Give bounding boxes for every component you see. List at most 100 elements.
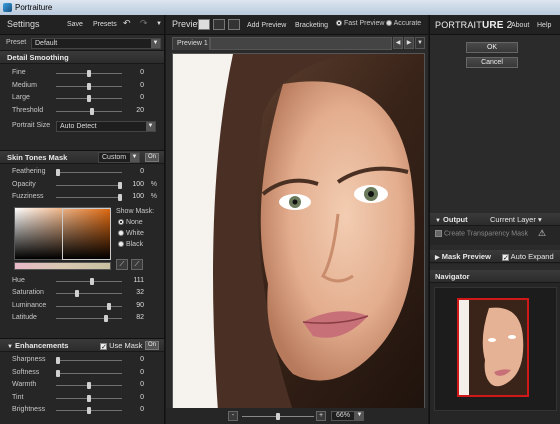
eyedropper-minus-icon[interactable]: ⟋ xyxy=(131,258,143,270)
fine-slider-thumb[interactable] xyxy=(87,70,91,77)
softness-value[interactable]: 0 xyxy=(140,369,144,376)
split-horizontal-icon[interactable] xyxy=(213,19,225,30)
presets-button[interactable]: Presets xyxy=(90,18,120,31)
opacity-slider-thumb[interactable] xyxy=(118,181,122,189)
auto-expand-checkbox[interactable]: Auto Expand xyxy=(502,250,554,265)
bracketing-button[interactable]: Bracketing xyxy=(292,19,331,32)
tab-next-icon[interactable]: ▶ xyxy=(404,37,414,49)
sharpness-value[interactable]: 0 xyxy=(140,356,144,363)
latitude-value[interactable]: 82 xyxy=(136,314,144,321)
add-preview-button[interactable]: Add Preview xyxy=(244,19,289,32)
tab-preview-1[interactable]: Preview 1 xyxy=(172,37,210,50)
tab-menu-icon[interactable]: ▼ xyxy=(415,37,425,49)
opacity-slider[interactable] xyxy=(56,184,122,186)
auto-expand-check-icon[interactable] xyxy=(502,252,509,265)
radio-none[interactable]: None xyxy=(118,219,143,226)
hue-slider[interactable] xyxy=(56,280,122,282)
radio-white-dot[interactable] xyxy=(118,229,124,236)
skin-mode-dropdown[interactable]: Custom ▼ xyxy=(98,152,140,163)
accurate-radio[interactable]: Accurate xyxy=(386,20,421,27)
tab-prev-icon[interactable]: ◀ xyxy=(393,37,403,49)
saturation-slider-thumb[interactable] xyxy=(74,290,79,297)
zoom-dropdown-icon[interactable]: ▼ xyxy=(355,411,364,421)
split-vertical-icon[interactable] xyxy=(228,19,240,30)
warmth-value[interactable]: 0 xyxy=(140,381,144,388)
sharpness-slider[interactable] xyxy=(56,360,122,361)
mask-preview-header[interactable]: ▶ Mask Preview Auto Expand xyxy=(430,250,560,265)
softness-slider-thumb[interactable] xyxy=(56,369,60,377)
create-mask-check-icon[interactable] xyxy=(435,230,442,237)
skin-tones-header[interactable]: Skin Tones Mask Custom ▼ On xyxy=(0,151,164,164)
warmth-slider-thumb[interactable] xyxy=(87,382,91,389)
latitude-slider-thumb[interactable] xyxy=(104,315,109,322)
tint-value[interactable]: 0 xyxy=(140,394,144,401)
hue-value[interactable]: 111 xyxy=(133,277,144,284)
cancel-button[interactable]: Cancel xyxy=(466,57,518,68)
use-mask-check-icon[interactable] xyxy=(100,341,107,354)
feathering-slider[interactable] xyxy=(56,172,122,173)
create-mask-checkbox[interactable]: Create Transparency Mask xyxy=(435,230,528,237)
radio-none-dot[interactable] xyxy=(118,218,124,225)
luminance-slider-thumb[interactable] xyxy=(106,302,111,310)
preview-image[interactable] xyxy=(172,53,425,410)
fuzziness-slider[interactable] xyxy=(56,197,122,198)
radio-black-dot[interactable] xyxy=(118,240,124,247)
zoom-in-icon[interactable]: + xyxy=(316,411,326,421)
luminance-value[interactable]: 90 xyxy=(136,302,144,309)
feathering-value[interactable]: 0 xyxy=(140,168,144,175)
sharpness-slider-thumb[interactable] xyxy=(56,357,60,364)
zoom-slider-thumb[interactable] xyxy=(276,413,280,420)
tint-slider-thumb[interactable] xyxy=(87,394,91,402)
picker-selection[interactable] xyxy=(62,207,111,260)
latitude-slider[interactable] xyxy=(56,318,122,319)
feathering-slider-thumb[interactable] xyxy=(56,169,60,176)
eyedropper-icon[interactable]: ⟋ xyxy=(116,258,128,270)
enhancements-header[interactable]: ▼ Enhancements Use Mask On xyxy=(0,339,164,354)
saturation-slider[interactable] xyxy=(56,293,122,294)
menu-arrow-icon[interactable]: ▼ xyxy=(153,18,165,31)
skin-color-picker[interactable] xyxy=(14,206,111,260)
threshold-slider-thumb[interactable] xyxy=(90,107,95,115)
accurate-dot[interactable] xyxy=(386,20,392,27)
about-button[interactable]: About xyxy=(508,19,532,32)
radio-white[interactable]: White xyxy=(118,230,144,237)
output-header[interactable]: ▼ Output Current Layer ▾ xyxy=(430,213,560,226)
large-slider-thumb[interactable] xyxy=(87,95,91,102)
portrait-size-dropdown[interactable]: Auto Detect ▼ xyxy=(56,121,156,132)
fine-value[interactable]: 0 xyxy=(140,69,144,76)
fuzziness-value[interactable]: 100 xyxy=(132,193,144,200)
navigator-thumbnail[interactable] xyxy=(457,298,529,397)
detail-smoothing-header[interactable]: Detail Smoothing xyxy=(0,51,164,64)
medium-value[interactable]: 0 xyxy=(140,82,144,89)
output-dropdown[interactable]: Current Layer ▾ xyxy=(490,213,542,226)
fast-preview-dot[interactable] xyxy=(336,20,342,27)
saturation-value[interactable]: 32 xyxy=(136,289,144,296)
luminance-slider[interactable] xyxy=(56,305,122,307)
threshold-slider[interactable] xyxy=(56,110,122,112)
zoom-level[interactable]: 66% xyxy=(331,411,355,421)
enh-on-button[interactable]: On xyxy=(145,341,159,350)
radio-black[interactable]: Black xyxy=(118,241,143,248)
softness-slider[interactable] xyxy=(56,372,122,374)
fuzziness-slider-thumb[interactable] xyxy=(118,194,122,201)
fast-preview-radio[interactable]: Fast Preview xyxy=(336,20,384,27)
medium-slider-thumb[interactable] xyxy=(87,82,91,90)
skin-gradient-bar[interactable] xyxy=(14,261,111,270)
brightness-slider-thumb[interactable] xyxy=(87,407,91,414)
large-value[interactable]: 0 xyxy=(140,94,144,101)
latitude-label: Latitude xyxy=(12,314,37,321)
zoom-out-icon[interactable]: - xyxy=(228,411,238,421)
opacity-value[interactable]: 100 xyxy=(132,181,144,188)
single-view-icon[interactable] xyxy=(198,19,210,30)
ok-button[interactable]: OK xyxy=(466,42,518,53)
skin-on-button[interactable]: On xyxy=(145,153,159,162)
save-button[interactable]: Save xyxy=(64,18,86,31)
threshold-value[interactable]: 20 xyxy=(136,107,144,114)
help-button[interactable]: Help xyxy=(534,19,554,32)
redo-icon[interactable]: ↷ xyxy=(137,17,151,30)
use-mask-checkbox[interactable]: Use Mask xyxy=(100,339,142,354)
hue-slider-thumb[interactable] xyxy=(90,277,95,285)
undo-icon[interactable]: ↶ xyxy=(120,17,134,30)
preset-dropdown[interactable]: Default ▼ xyxy=(31,38,161,49)
brightness-value[interactable]: 0 xyxy=(140,406,144,413)
